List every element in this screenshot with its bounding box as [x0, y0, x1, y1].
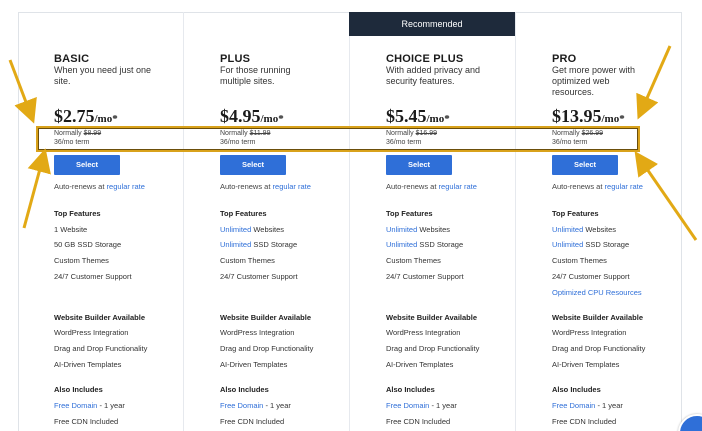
arrow-top-left: [8, 59, 37, 124]
pricing-page: Recommended BASIC When you need just one …: [0, 0, 702, 431]
arrow-bottom-right: [634, 151, 698, 241]
arrow-top-right: [636, 45, 672, 120]
annotation-arrows: [8, 45, 698, 241]
arrow-bottom-left: [22, 148, 51, 229]
